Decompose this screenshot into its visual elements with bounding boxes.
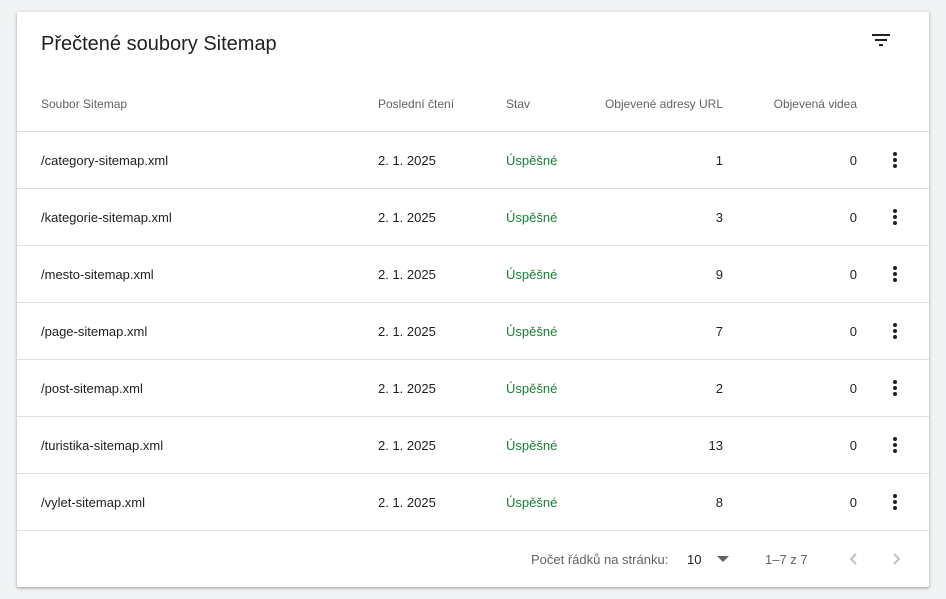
row-menu-button[interactable]	[883, 205, 907, 229]
last-read-date: 2. 1. 2025	[378, 245, 506, 303]
chevron-right-icon	[893, 553, 901, 565]
last-read-date: 2. 1. 2025	[378, 188, 506, 246]
discovered-videos-count: 0	[723, 188, 857, 246]
sitemap-path: /vylet-sitemap.xml	[17, 473, 378, 531]
status-badge: Úspěšné	[506, 245, 596, 303]
more-vert-icon	[893, 437, 897, 453]
column-header-actions	[857, 76, 929, 132]
status-badge: Úspěšné	[506, 416, 596, 474]
discovered-videos-count: 0	[723, 245, 857, 303]
table-row[interactable]: /vylet-sitemap.xml 2. 1. 2025 Úspěšné 8 0	[17, 473, 929, 531]
chevron-left-icon	[849, 553, 857, 565]
status-badge: Úspěšné	[506, 473, 596, 531]
more-vert-icon	[893, 266, 897, 282]
pagination-range: 1–7 z 7	[765, 552, 808, 567]
row-menu-button[interactable]	[883, 376, 907, 400]
sitemap-path: /post-sitemap.xml	[17, 359, 378, 417]
card-header: Přečtené soubory Sitemap	[17, 12, 929, 76]
filter-button[interactable]	[865, 26, 897, 54]
table-row[interactable]: /kategorie-sitemap.xml 2. 1. 2025 Úspěšné 3…	[17, 188, 929, 246]
discovered-urls-count: 9	[596, 245, 723, 303]
column-header-sitemap[interactable]: Soubor Sitemap	[17, 76, 378, 132]
status-badge: Úspěšné	[506, 188, 596, 246]
discovered-videos-count: 0	[723, 131, 857, 189]
more-vert-icon	[893, 209, 897, 225]
sitemaps-card: Přečtené soubory Sitemap Soubor Sitemap …	[17, 12, 929, 587]
table-row[interactable]: /post-sitemap.xml 2. 1. 2025 Úspěšné 2 0	[17, 359, 929, 417]
table-body: /category-sitemap.xml 2. 1. 2025 Úspěšné 1 0…	[17, 131, 929, 531]
column-header-status[interactable]: Stav	[506, 76, 596, 132]
arrow-drop-down-icon	[717, 556, 729, 562]
sitemap-path: /mesto-sitemap.xml	[17, 245, 378, 303]
more-vert-icon	[893, 152, 897, 168]
last-read-date: 2. 1. 2025	[378, 416, 506, 474]
discovered-urls-count: 2	[596, 359, 723, 417]
status-badge: Úspěšné	[506, 302, 596, 360]
row-actions-cell	[857, 131, 929, 189]
discovered-urls-count: 8	[596, 473, 723, 531]
last-read-date: 2. 1. 2025	[378, 473, 506, 531]
rows-per-page-select[interactable]: 10	[687, 545, 735, 573]
discovered-urls-count: 7	[596, 302, 723, 360]
filter-list-icon	[872, 34, 890, 46]
table-row[interactable]: /turistika-sitemap.xml 2. 1. 2025 Úspěšné 1…	[17, 416, 929, 474]
row-actions-cell	[857, 416, 929, 474]
row-actions-cell	[857, 359, 929, 417]
last-read-date: 2. 1. 2025	[378, 302, 506, 360]
discovered-videos-count: 0	[723, 473, 857, 531]
next-page-button[interactable]	[883, 545, 911, 573]
row-actions-cell	[857, 302, 929, 360]
column-header-last-read[interactable]: Poslední čtení	[378, 76, 506, 132]
discovered-urls-count: 13	[596, 416, 723, 474]
row-menu-button[interactable]	[883, 433, 907, 457]
status-badge: Úspěšné	[506, 359, 596, 417]
row-menu-button[interactable]	[883, 148, 907, 172]
last-read-date: 2. 1. 2025	[378, 131, 506, 189]
sitemaps-table: Soubor Sitemap Poslední čtení Stav Objev…	[17, 76, 929, 531]
sitemap-path: /turistika-sitemap.xml	[17, 416, 378, 474]
more-vert-icon	[893, 380, 897, 396]
row-menu-button[interactable]	[883, 262, 907, 286]
row-actions-cell	[857, 245, 929, 303]
column-header-discovered-urls[interactable]: Objevené adresy URL	[596, 76, 723, 132]
pagination-footer: Počet řádků na stránku: 10 1–7 z 7	[17, 531, 929, 587]
discovered-videos-count: 0	[723, 416, 857, 474]
discovered-videos-count: 0	[723, 359, 857, 417]
status-badge: Úspěšné	[506, 131, 596, 189]
discovered-videos-count: 0	[723, 302, 857, 360]
sitemap-path: /kategorie-sitemap.xml	[17, 188, 378, 246]
row-menu-button[interactable]	[883, 319, 907, 343]
more-vert-icon	[893, 494, 897, 510]
previous-page-button[interactable]	[839, 545, 867, 573]
row-actions-cell	[857, 473, 929, 531]
discovered-urls-count: 1	[596, 131, 723, 189]
discovered-urls-count: 3	[596, 188, 723, 246]
rows-per-page-value: 10	[687, 551, 702, 567]
table-row[interactable]: /category-sitemap.xml 2. 1. 2025 Úspěšné 1 0	[17, 131, 929, 189]
table-row[interactable]: /mesto-sitemap.xml 2. 1. 2025 Úspěšné 9 0	[17, 245, 929, 303]
column-header-discovered-videos[interactable]: Objevená videa	[723, 76, 857, 132]
card-title: Přečtené soubory Sitemap	[41, 33, 277, 55]
last-read-date: 2. 1. 2025	[378, 359, 506, 417]
more-vert-icon	[893, 323, 897, 339]
rows-per-page-label: Počet řádků na stránku:	[531, 552, 669, 567]
row-actions-cell	[857, 188, 929, 246]
table-header-row: Soubor Sitemap Poslední čtení Stav Objev…	[17, 76, 929, 132]
table-row[interactable]: /page-sitemap.xml 2. 1. 2025 Úspěšné 7 0	[17, 302, 929, 360]
sitemap-path: /page-sitemap.xml	[17, 302, 378, 360]
row-menu-button[interactable]	[883, 490, 907, 514]
sitemap-path: /category-sitemap.xml	[17, 131, 378, 189]
